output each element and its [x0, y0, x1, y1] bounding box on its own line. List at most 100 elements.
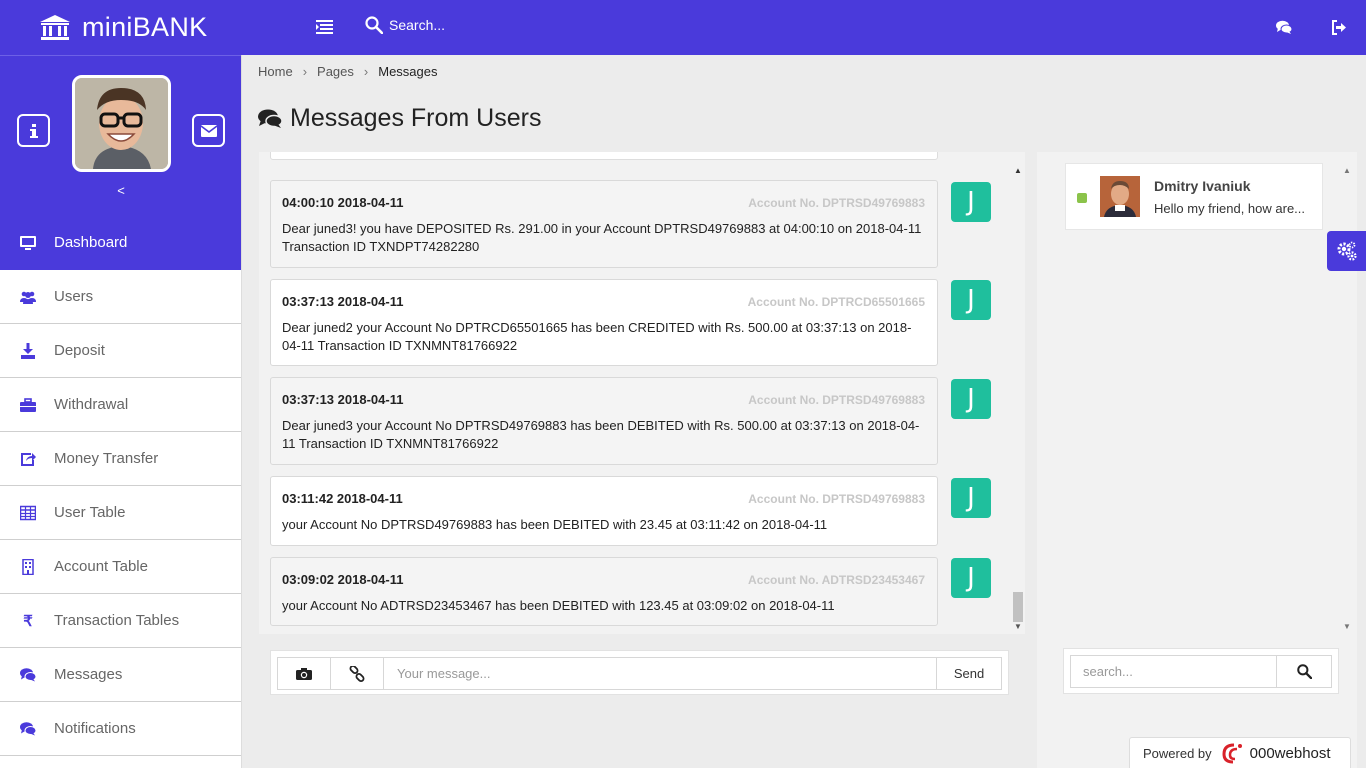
- contact-preview: Hello my friend, how are...: [1154, 201, 1306, 216]
- sidebar-item-deposit[interactable]: Deposit: [0, 324, 241, 378]
- sender-avatar: J: [951, 558, 991, 598]
- host-name: 000webhost: [1249, 744, 1331, 762]
- breadcrumb-home[interactable]: Home: [258, 64, 293, 79]
- bank-icon: [40, 14, 70, 40]
- online-status-indicator: [1077, 193, 1087, 203]
- sender-avatar: J: [951, 478, 991, 518]
- message-composer: Send: [270, 650, 1009, 695]
- sidebar-item-dashboard[interactable]: Dashboard: [0, 216, 241, 270]
- logout-icon[interactable]: [1331, 20, 1347, 35]
- building-icon: [22, 558, 34, 575]
- comments-icon: [20, 667, 36, 681]
- contact-item[interactable]: Dmitry Ivaniuk Hello my friend, how are.…: [1065, 163, 1323, 230]
- sidebar-item-label: Withdrawal: [54, 396, 129, 413]
- sidebar-item-transaction-tables[interactable]: ₹ Transaction Tables: [0, 594, 241, 648]
- send-button[interactable]: Send: [936, 658, 1001, 689]
- message-card: 03:37:13 2018-04-11 Account No. DPTRCD65…: [270, 279, 938, 366]
- scroll-up-arrow-icon[interactable]: ▲: [1014, 166, 1022, 175]
- top-bar: miniBANK: [0, 0, 1366, 55]
- sidebar: < Dashboard Users Deposit Withdrawal Mon…: [0, 55, 242, 768]
- contact-name: Dmitry Ivaniuk: [1154, 178, 1251, 194]
- message-input[interactable]: [384, 658, 936, 689]
- message-card: 03:37:13 2018-04-11 Account No. DPTRSD49…: [270, 377, 938, 465]
- briefcase-icon: [20, 397, 36, 412]
- header-search: [365, 16, 589, 34]
- message-body: your Account No ADTRSD23453467 has been …: [282, 598, 835, 613]
- brand-name: miniBANK: [82, 12, 208, 42]
- sidebar-item-label: Account Table: [54, 558, 148, 575]
- camera-icon: [296, 668, 312, 680]
- sidebar-item-account-table[interactable]: Account Table: [0, 540, 241, 594]
- sidebar-item-label: Deposit: [54, 342, 105, 359]
- share-icon: [21, 452, 36, 466]
- scroll-down-arrow-icon[interactable]: ▼: [1014, 622, 1022, 631]
- sender-avatar: J: [951, 379, 991, 419]
- message-account: Account No. DPTRSD49769883: [748, 492, 925, 506]
- page-title: Messages From Users: [258, 104, 541, 133]
- message-body: your Account No DPTRSD49769883 has been …: [282, 517, 828, 532]
- envelope-icon: [200, 124, 217, 137]
- powered-by-text: Powered by: [1143, 745, 1212, 761]
- message-card: 04:00:10 2018-04-11 Account No. DPTRSD49…: [270, 180, 938, 268]
- scroll-down-arrow-icon[interactable]: ▼: [1343, 622, 1351, 631]
- sidebar-item-label: Messages: [54, 666, 123, 683]
- sender-avatar: J: [951, 182, 991, 222]
- scroll-up-arrow-icon[interactable]: ▲: [1343, 166, 1351, 175]
- sidebar-item-messages[interactable]: Messages: [0, 648, 241, 702]
- sidebar-item-label: Notifications: [54, 720, 136, 737]
- comments-icon: [20, 721, 36, 735]
- sidebar-item-label: Transaction Tables: [54, 612, 180, 629]
- breadcrumb-current: Messages: [378, 64, 438, 79]
- sidebar-item-withdrawal[interactable]: Withdrawal: [0, 378, 241, 432]
- message-card-partial: [270, 152, 938, 160]
- mail-button[interactable]: [192, 114, 225, 147]
- rupee-icon: ₹: [23, 612, 33, 630]
- table-icon: [20, 505, 36, 520]
- settings-toggle[interactable]: [1327, 231, 1366, 271]
- breadcrumb-pages[interactable]: Pages: [317, 64, 354, 79]
- message-account: Account No. ADTRSD23453467: [748, 573, 925, 587]
- contact-avatar: [1100, 176, 1140, 217]
- scroll-thumb[interactable]: [1013, 592, 1023, 622]
- message-body: Dear juned2 your Account No DPTRCD655016…: [282, 320, 912, 353]
- avatar[interactable]: [72, 75, 171, 172]
- chat-icon[interactable]: [1276, 20, 1292, 35]
- camera-button[interactable]: [278, 658, 331, 689]
- contacts-search-input[interactable]: [1070, 655, 1277, 688]
- profile-photo: [75, 78, 168, 169]
- contacts-search-button[interactable]: [1277, 655, 1332, 688]
- search-icon: [365, 16, 383, 34]
- message-body: Dear juned3 your Account No DPTRSD497698…: [282, 418, 920, 451]
- messages-panel[interactable]: 04:00:10 2018-04-11 Account No. DPTRSD49…: [259, 152, 1025, 634]
- host-logo-icon: [1222, 743, 1242, 764]
- breadcrumb: Home › Pages › Messages: [258, 64, 438, 79]
- message-account: Account No. DPTRSD49769883: [748, 393, 925, 407]
- contacts-search: [1063, 648, 1339, 694]
- sidebar-item-notifications[interactable]: Notifications: [0, 702, 241, 756]
- sender-avatar: J: [951, 280, 991, 320]
- info-icon: [29, 123, 38, 138]
- gears-icon: [1337, 241, 1357, 261]
- sidebar-item-money-transfer[interactable]: Money Transfer: [0, 432, 241, 486]
- page-title-text: Messages From Users: [290, 104, 542, 132]
- info-button[interactable]: [17, 114, 50, 147]
- sidebar-item-label: Dashboard: [54, 234, 128, 251]
- desktop-icon: [20, 235, 36, 250]
- link-icon: [349, 665, 365, 682]
- sidebar-item-label: Users: [54, 288, 94, 305]
- powered-by-badge[interactable]: Powered by 000webhost: [1129, 737, 1351, 768]
- comments-icon: [258, 109, 282, 128]
- attach-link-button[interactable]: [331, 658, 384, 689]
- search-input[interactable]: [389, 17, 589, 33]
- messages-scrollbar[interactable]: ▲ ▼: [1012, 166, 1024, 634]
- message-body: Dear juned3! you have DEPOSITED Rs. 291.…: [282, 221, 922, 254]
- menu-toggle-icon[interactable]: [316, 19, 333, 34]
- brand[interactable]: miniBANK: [0, 0, 242, 55]
- search-icon: [1296, 664, 1312, 679]
- collapse-profile-toggle[interactable]: <: [0, 183, 242, 198]
- users-icon: [20, 291, 36, 304]
- sidebar-item-user-table[interactable]: User Table: [0, 486, 241, 540]
- breadcrumb-separator: ›: [363, 64, 369, 79]
- sidebar-item-users[interactable]: Users: [0, 270, 241, 324]
- profile-panel: <: [0, 55, 241, 216]
